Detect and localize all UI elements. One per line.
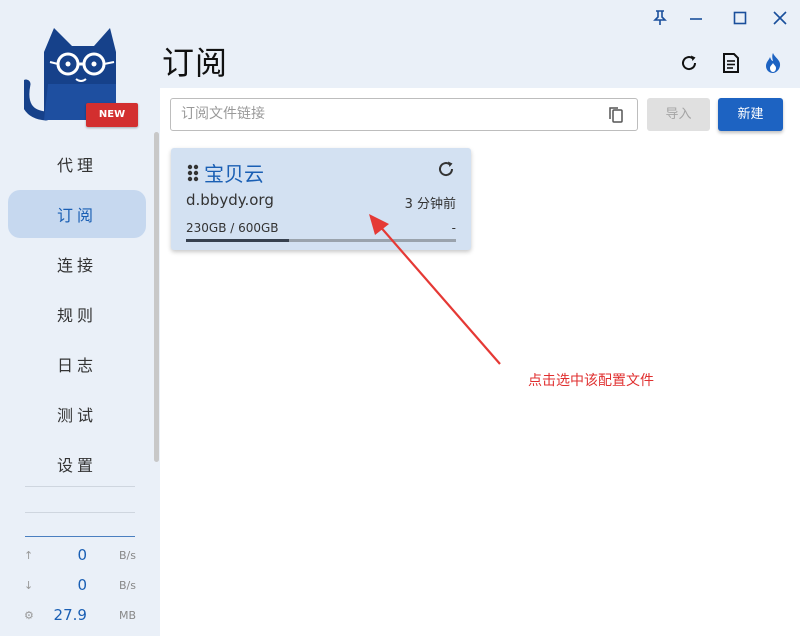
page-title: 订阅 <box>162 44 229 82</box>
fire-icon[interactable] <box>762 52 784 74</box>
upload-speed-unit: B/s <box>119 548 136 562</box>
drag-handle-icon[interactable] <box>187 164 199 182</box>
profile-usage: 230GB / 600GB <box>186 221 279 235</box>
divider <box>25 486 135 487</box>
profile-expire: - <box>451 221 456 235</box>
arrow-up-icon: ↑ <box>24 548 34 562</box>
new-badge: NEW <box>86 103 138 127</box>
sidebar-item-settings[interactable]: 设置 <box>8 440 146 488</box>
memory-chip-icon: ⚙ <box>24 608 34 622</box>
arrow-down-icon: ↓ <box>24 578 34 592</box>
profile-card[interactable]: 宝贝云 d.bbydy.org 3 分钟前 230GB / 600GB - <box>171 148 471 250</box>
close-icon[interactable] <box>770 8 790 28</box>
import-button[interactable]: 导入 <box>647 98 710 131</box>
sidebar-item-rules[interactable]: 规则 <box>8 290 146 338</box>
upload-speed: ↑ 0 B/s <box>24 545 136 565</box>
upload-speed-value: 0 <box>77 546 88 564</box>
maximize-icon[interactable] <box>730 8 750 28</box>
memory-usage-value: 27.9 <box>53 606 87 624</box>
sidebar-item-connections[interactable]: 连接 <box>8 240 146 288</box>
traffic-graph-baseline <box>25 536 135 537</box>
memory-usage-unit: MB <box>118 608 136 622</box>
document-icon[interactable] <box>720 52 742 74</box>
download-speed-unit: B/s <box>119 578 136 592</box>
sidebar-item-label: 连接 <box>56 256 97 275</box>
download-speed-value: 0 <box>77 576 88 594</box>
sidebar-item-label: 测试 <box>56 406 97 425</box>
sidebar-item-label: 订阅 <box>56 206 97 225</box>
minimize-icon[interactable] <box>686 8 706 28</box>
sidebar-item-test[interactable]: 测试 <box>8 390 146 438</box>
new-button[interactable]: 新建 <box>718 98 783 131</box>
sidebar-nav: 代理 订阅 连接 规则 日志 测试 设置 <box>8 140 146 490</box>
sidebar-item-subscriptions[interactable]: 订阅 <box>8 190 146 238</box>
subscription-url-input[interactable]: 订阅文件链接 <box>170 98 638 131</box>
pin-icon[interactable] <box>650 8 670 28</box>
sidebar-item-label: 代理 <box>56 156 97 175</box>
sidebar-scrollbar[interactable] <box>154 132 159 462</box>
sidebar-item-logs[interactable]: 日志 <box>8 340 146 388</box>
profile-refresh-icon[interactable] <box>435 158 457 180</box>
divider <box>25 512 135 513</box>
profile-name: 宝贝云 <box>204 162 264 186</box>
memory-usage: ⚙ 27.9 MB <box>24 605 136 625</box>
refresh-icon[interactable] <box>678 52 700 74</box>
download-speed: ↓ 0 B/s <box>24 575 136 595</box>
annotation-text: 点击选中该配置文件 <box>528 373 654 389</box>
sidebar-item-proxy[interactable]: 代理 <box>8 140 146 188</box>
sidebar: NEW 代理 订阅 连接 规则 日志 测试 设置 ↑ 0 B/s ↓ 0 B/s… <box>0 0 160 636</box>
profile-updated-time: 3 分钟前 <box>404 197 456 212</box>
profile-url: d.bbydy.org <box>186 191 274 209</box>
sidebar-item-label: 规则 <box>56 306 97 325</box>
paste-icon[interactable] <box>608 106 626 124</box>
sidebar-item-label: 日志 <box>56 356 97 375</box>
usage-progress-bar <box>186 239 456 242</box>
usage-progress-fill <box>186 239 290 242</box>
sidebar-item-label: 设置 <box>56 456 97 475</box>
